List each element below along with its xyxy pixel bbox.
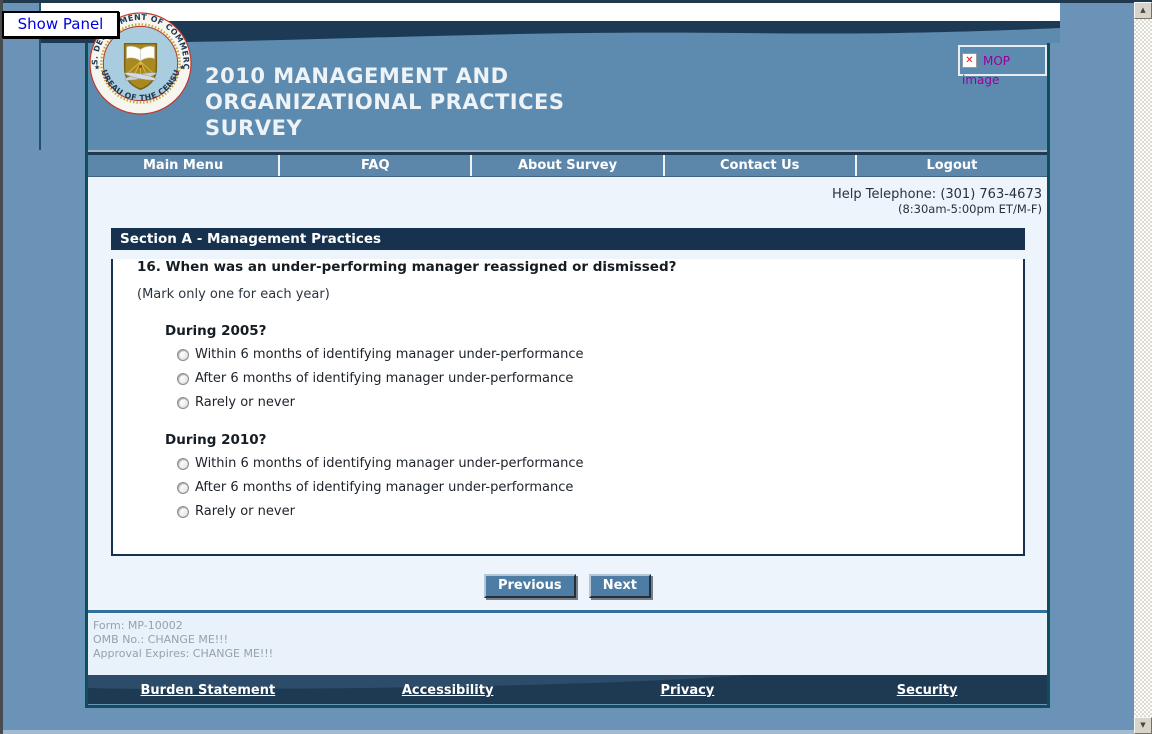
page-body: Help Telephone: (301) 763-4673 (8:30am-5… (88, 177, 1047, 610)
page-title: 2010 MANAGEMENT AND ORGANIZATIONAL PRACT… (205, 63, 565, 141)
broken-image-placeholder: ✕MOP image (958, 45, 1047, 76)
radio-2005-rarely-never[interactable] (177, 397, 189, 409)
footer-cell: Security (807, 675, 1047, 704)
seal-star-left: ★ (94, 63, 100, 71)
scrollbar-up-arrow-icon[interactable]: ▲ (1134, 2, 1152, 19)
radio-row: Rarely or never (177, 394, 1023, 411)
vertical-scrollbar[interactable]: ▲ ▼ (1134, 2, 1152, 734)
footer-nav: Burden Statement Accessibility Privacy S… (88, 675, 1047, 704)
footer-omb-number: OMB No.: CHANGE ME!!! (93, 633, 1047, 647)
radio-2010-after-6-months[interactable] (177, 482, 189, 494)
privacy-link[interactable]: Privacy (660, 683, 714, 698)
main-nav: Main Menu FAQ About Survey Contact Us Lo… (88, 155, 1047, 177)
radio-label: Within 6 months of identifying manager u… (195, 347, 584, 362)
help-telephone-hours: (8:30am-5:00pm ET/M-F) (88, 202, 1042, 216)
radio-row: Within 6 months of identifying manager u… (177, 346, 1023, 363)
radio-label: Rarely or never (195, 504, 295, 519)
footer-form-number: Form: MP-10002 (93, 619, 1047, 633)
group-label-2005: During 2005? (165, 323, 1023, 339)
next-button[interactable]: Next (589, 574, 651, 598)
nav-item-about-survey[interactable]: About Survey (472, 155, 664, 176)
show-panel-button[interactable]: Show Panel (2, 11, 119, 38)
radio-row: After 6 months of identifying manager un… (177, 479, 1023, 496)
page-title-line2: ORGANIZATIONAL PRACTICES (205, 89, 565, 115)
footer-cell: Privacy (568, 675, 808, 704)
page-title-line1: 2010 MANAGEMENT AND (205, 63, 565, 89)
previous-button[interactable]: Previous (484, 574, 576, 598)
question-instruction: (Mark only one for each year) (137, 287, 1023, 302)
radio-2010-within-6-months[interactable] (177, 458, 189, 470)
footer-approval-expires: Approval Expires: CHANGE ME!!! (93, 647, 1047, 661)
radio-label: After 6 months of identifying manager un… (195, 371, 573, 386)
footer-cell: Burden Statement (88, 675, 328, 704)
radio-label: After 6 months of identifying manager un… (195, 480, 573, 495)
radio-label: Within 6 months of identifying manager u… (195, 456, 584, 471)
radio-row: Within 6 months of identifying manager u… (177, 455, 1023, 472)
section-body: 16. When was an under-performing manager… (111, 259, 1025, 556)
radio-2005-after-6-months[interactable] (177, 373, 189, 385)
window-left-border (0, 0, 3, 734)
nav-item-contact-us[interactable]: Contact Us (665, 155, 857, 176)
radio-row: After 6 months of identifying manager un… (177, 370, 1023, 387)
security-link[interactable]: Security (897, 683, 958, 698)
nav-item-faq[interactable]: FAQ (280, 155, 472, 176)
radio-label: Rarely or never (195, 395, 295, 410)
main-content-frame: 2010 MANAGEMENT AND ORGANIZATIONAL PRACT… (85, 43, 1050, 708)
scrollbar-track[interactable] (1134, 19, 1152, 717)
help-telephone: Help Telephone: (301) 763-4673 (8:30am-5… (88, 177, 1047, 216)
button-row: Previous Next (88, 574, 1047, 598)
radio-2010-rarely-never[interactable] (177, 506, 189, 518)
radio-2005-within-6-months[interactable] (177, 349, 189, 361)
burden-statement-link[interactable]: Burden Statement (141, 683, 276, 698)
footer-cell: Accessibility (328, 675, 568, 704)
nav-item-main-menu[interactable]: Main Menu (88, 155, 280, 176)
section-box: Section A - Management Practices 16. Whe… (111, 228, 1025, 556)
group-label-2010: During 2010? (165, 432, 1023, 448)
header-band (41, 3, 1060, 43)
help-telephone-number: Help Telephone: (301) 763-4673 (88, 187, 1042, 202)
seal-star-right: ★ (179, 63, 185, 71)
window-bottom-edge (3, 730, 1134, 734)
broken-image-icon: ✕ (962, 53, 977, 68)
question-text: 16. When was an under-performing manager… (137, 259, 1023, 275)
footer-info: Form: MP-10002 OMB No.: CHANGE ME!!! App… (88, 613, 1047, 675)
section-header: Section A - Management Practices (111, 228, 1025, 250)
scrollbar-down-arrow-icon[interactable]: ▼ (1134, 717, 1152, 734)
accessibility-link[interactable]: Accessibility (402, 683, 494, 698)
masthead: 2010 MANAGEMENT AND ORGANIZATIONAL PRACT… (88, 43, 1047, 150)
radio-row: Rarely or never (177, 503, 1023, 520)
nav-item-logout[interactable]: Logout (857, 155, 1047, 176)
page-title-line3: SURVEY (205, 115, 565, 141)
